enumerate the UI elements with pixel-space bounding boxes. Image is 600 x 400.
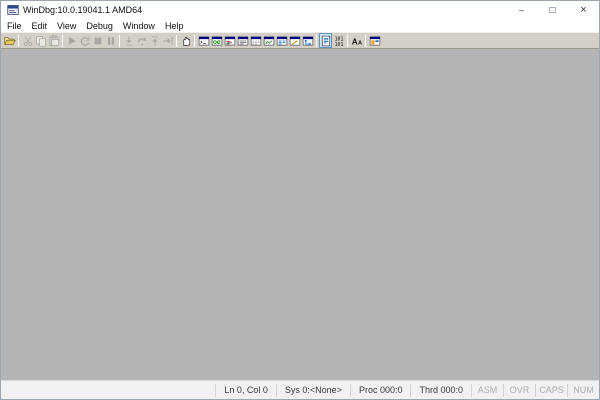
svg-text:A: A (351, 37, 357, 46)
status-process: Proc 000:0 (350, 384, 411, 397)
toolbar-separator (119, 35, 120, 47)
status-bar: Ln 0, Col 0 Sys 0:<None> Proc 000:0 Thrd… (1, 380, 599, 399)
registers-window-button[interactable] (236, 33, 249, 48)
stop-icon (92, 35, 104, 47)
toolbar-separator (347, 35, 348, 47)
maximize-button[interactable]: □ (537, 1, 568, 19)
menu-bar: File Edit View Debug Window Help (1, 19, 599, 32)
open-source-file-button[interactable] (3, 33, 16, 48)
source-mode-on-icon (320, 35, 332, 47)
font-icon: AA (351, 35, 363, 47)
hand-icon (180, 35, 192, 47)
windbg-app-icon (7, 4, 19, 16)
options-icon (369, 35, 381, 47)
stop-debugging-button[interactable] (91, 33, 104, 48)
go-icon (66, 35, 78, 47)
locals-window-icon (224, 35, 236, 47)
title-bar: WinDbg:10.0.19041.1 AMD64 – □ × (1, 1, 599, 19)
run-to-cursor-icon (162, 35, 174, 47)
source-mode-on-button[interactable] (319, 33, 332, 48)
copy-icon (35, 35, 47, 47)
svg-text:101: 101 (334, 41, 343, 46)
step-into-icon (123, 35, 135, 47)
go-button[interactable] (65, 33, 78, 48)
scratch-pad-icon (289, 35, 301, 47)
scratch-pad-button[interactable] (288, 33, 301, 48)
svg-text:A: A (357, 40, 361, 46)
call-stack-window-button[interactable] (262, 33, 275, 48)
watch-window-button[interactable] (210, 33, 223, 48)
status-indicator-ovr: OVR (503, 384, 535, 397)
windbg-window: WinDbg:10.0.19041.1 AMD64 – □ × File Edi… (0, 0, 600, 400)
menu-file[interactable]: File (2, 21, 27, 31)
window-title: WinDbg:10.0.19041.1 AMD64 (23, 5, 142, 15)
toolbar-separator (18, 35, 19, 47)
source-mode-off-button[interactable]: 101101 (332, 33, 345, 48)
cut-button[interactable] (21, 33, 34, 48)
open-folder-icon (4, 35, 16, 47)
toolbar-separator (316, 35, 317, 47)
options-button[interactable] (368, 33, 381, 48)
step-over-icon (136, 35, 148, 47)
disassembly-window-icon (276, 35, 288, 47)
close-button[interactable]: × (568, 1, 599, 19)
disassembly-window-button[interactable] (275, 33, 288, 48)
call-stack-window-icon (263, 35, 275, 47)
status-indicator-num: NUM (567, 384, 599, 397)
copy-button[interactable] (34, 33, 47, 48)
status-indicator-asm: ASM (471, 384, 503, 397)
insert-remove-breakpoint-button[interactable] (179, 33, 192, 48)
processes-threads-icon (302, 35, 314, 47)
menu-window[interactable]: Window (118, 21, 160, 31)
paste-button[interactable] (47, 33, 60, 48)
status-line-col: Ln 0, Col 0 (215, 384, 276, 397)
toolbar-separator (194, 35, 195, 47)
step-out-icon (149, 35, 161, 47)
menu-edit[interactable]: Edit (27, 21, 53, 31)
window-controls: – □ × (506, 1, 599, 19)
source-mode-off-icon: 101101 (333, 35, 345, 47)
paste-icon (48, 35, 60, 47)
step-into-button[interactable] (122, 33, 135, 48)
memory-window-icon (250, 35, 262, 47)
processes-threads-button[interactable] (301, 33, 314, 48)
break-icon (105, 35, 117, 47)
restart-button[interactable] (78, 33, 91, 48)
toolbar-separator (176, 35, 177, 47)
watch-window-icon (211, 35, 223, 47)
step-out-button[interactable] (148, 33, 161, 48)
menu-help[interactable]: Help (160, 21, 189, 31)
toolbar-separator (365, 35, 366, 47)
command-window-button[interactable] (197, 33, 210, 48)
run-to-cursor-button[interactable] (161, 33, 174, 48)
locals-window-button[interactable] (223, 33, 236, 48)
status-system: Sys 0:<None> (276, 384, 350, 397)
toolbar-separator (62, 35, 63, 47)
break-button[interactable] (104, 33, 117, 48)
registers-window-icon (237, 35, 249, 47)
toolbar: 101101 AA (1, 32, 599, 49)
menu-view[interactable]: View (52, 21, 81, 31)
step-over-button[interactable] (135, 33, 148, 48)
memory-window-button[interactable] (249, 33, 262, 48)
status-indicator-caps: CAPS (535, 384, 567, 397)
scissors-icon (22, 35, 34, 47)
command-window-icon (198, 35, 210, 47)
font-button[interactable]: AA (350, 33, 363, 48)
restart-icon (79, 35, 91, 47)
menu-debug[interactable]: Debug (81, 21, 118, 31)
workspace (1, 49, 599, 380)
minimize-button[interactable]: – (506, 1, 537, 19)
status-thread: Thrd 000:0 (410, 384, 471, 397)
